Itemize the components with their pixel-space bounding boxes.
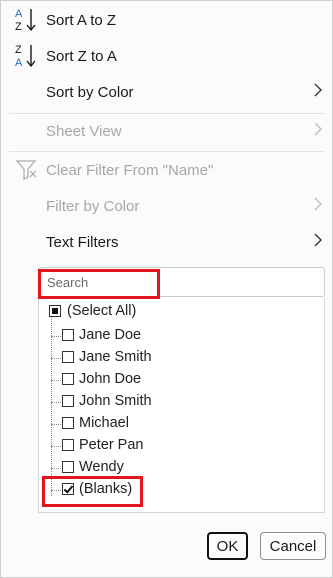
list-item-label: John Smith: [79, 393, 152, 409]
sort-a-to-z-item[interactable]: A Z Sort A to Z: [1, 1, 332, 39]
clear-filter-label: Clear Filter From "Name": [46, 161, 214, 179]
chevron-right-icon: [312, 195, 324, 218]
list-item[interactable]: Michael: [39, 413, 324, 435]
sheet-view-item: Sheet View: [1, 112, 332, 150]
filter-dropdown-panel: A Z Sort A to Z Z A Sort Z to A Sort by …: [0, 0, 333, 578]
item-checkbox[interactable]: [62, 351, 74, 363]
sheet-view-label: Sheet View: [46, 122, 122, 140]
chevron-right-icon: [312, 120, 324, 143]
filter-clear-icon: [15, 159, 39, 186]
item-checkbox[interactable]: [62, 373, 74, 385]
clear-filter-item: Clear Filter From "Name": [1, 151, 332, 189]
list-item[interactable]: Jane Smith: [39, 347, 324, 369]
svg-text:A: A: [15, 57, 23, 69]
chevron-right-icon: [312, 81, 324, 104]
text-filters-label: Text Filters: [46, 233, 119, 251]
list-item-label: John Doe: [79, 371, 142, 387]
tree-branch: [51, 336, 61, 337]
item-checkbox[interactable]: [62, 329, 74, 341]
list-item[interactable]: John Smith: [39, 391, 324, 413]
item-checkbox[interactable]: [62, 417, 74, 429]
tree-branch: [51, 424, 61, 425]
tree-branch: [51, 380, 61, 381]
text-filters-item[interactable]: Text Filters: [1, 223, 332, 261]
svg-text:Z: Z: [15, 44, 22, 56]
item-checkbox[interactable]: [62, 395, 74, 407]
tree-branch: [51, 402, 61, 403]
sort-by-color-label: Sort by Color: [46, 83, 134, 101]
filter-by-color-label: Filter by Color: [46, 197, 140, 215]
cancel-button[interactable]: Cancel: [260, 532, 326, 560]
list-item-label: Wendy: [79, 459, 124, 475]
item-checkbox[interactable]: [62, 461, 74, 473]
list-item[interactable]: John Doe: [39, 369, 324, 391]
filter-by-color-item: Filter by Color: [1, 187, 332, 225]
ok-button[interactable]: OK: [207, 532, 248, 560]
list-item-label: Jane Smith: [79, 349, 152, 365]
tree-branch: [51, 468, 61, 469]
sort-by-color-item[interactable]: Sort by Color: [1, 73, 332, 111]
svg-text:A: A: [15, 8, 23, 20]
chevron-right-icon: [312, 231, 324, 254]
sort-a-to-z-label: Sort A to Z: [46, 11, 117, 29]
list-item-label: Jane Doe: [79, 327, 142, 343]
tree-branch: [51, 446, 61, 447]
sort-z-to-a-item[interactable]: Z A Sort Z to A: [1, 37, 332, 75]
svg-text:Z: Z: [15, 21, 22, 33]
list-item-select-all[interactable]: (Select All): [39, 301, 324, 323]
list-item-label: (Select All): [67, 303, 137, 319]
tree-branch: [51, 358, 61, 359]
sort-descending-icon: Z A: [15, 42, 41, 75]
select-all-checkbox[interactable]: [49, 305, 61, 317]
list-item-label: Peter Pan: [79, 437, 144, 453]
item-checkbox[interactable]: [62, 439, 74, 451]
sort-ascending-icon: A Z: [15, 6, 41, 39]
list-item[interactable]: Jane Doe: [39, 325, 324, 347]
list-item[interactable]: Peter Pan: [39, 435, 324, 457]
sort-z-to-a-label: Sort Z to A: [46, 47, 117, 65]
highlight-box-blanks: [42, 476, 143, 507]
list-item-label: Michael: [79, 415, 129, 431]
highlight-box-select-all: [38, 269, 160, 299]
